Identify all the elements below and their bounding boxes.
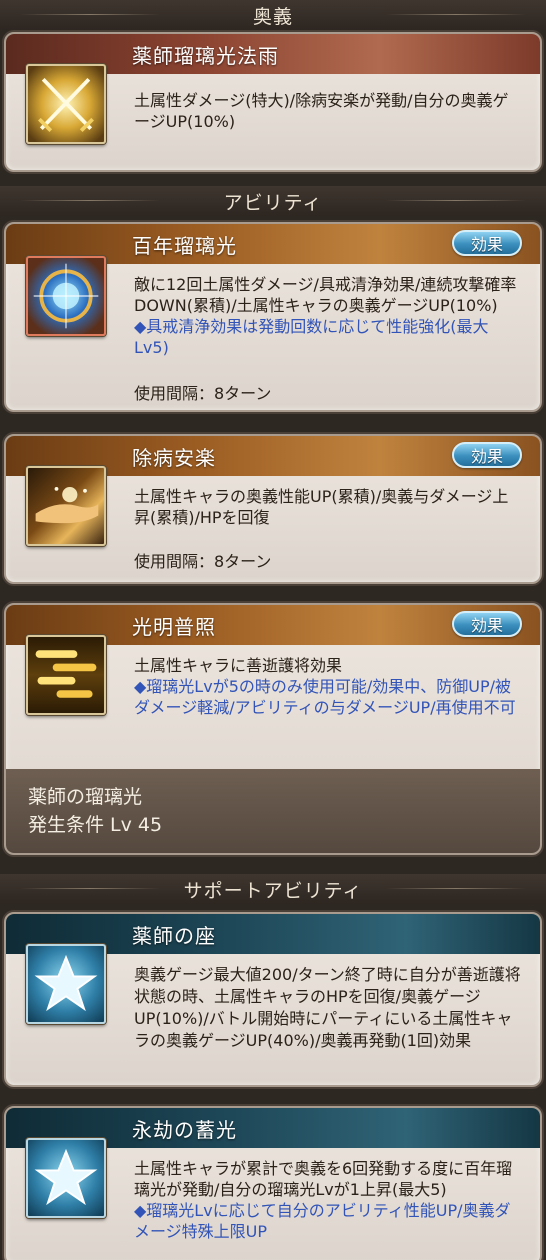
orb-icon — [26, 256, 106, 336]
section-title: サポートアビリティ — [183, 879, 363, 902]
ougi-card[interactable]: 薬師瑠璃光法雨 土属性ダメージ(特大)/除病安楽が発動/自分の奥義ゲージUP(1… — [4, 32, 542, 172]
ability-description: 土属性キャラに善逝護将効果 ◆瑠璃光Lvが5の時のみ使用可能/効果中、防御UP/… — [134, 655, 522, 718]
section-header-ougi: 奥義 — [0, 0, 546, 30]
ability-cooldown: 使用間隔：8ターン — [134, 552, 272, 571]
ability-desc-highlight: ◆瑠璃光Lvが5の時のみ使用可能/効果中、防御UP/被ダメージ軽減/アビリティの… — [134, 677, 516, 717]
section-header-support: サポートアビリティ — [0, 874, 546, 904]
support-desc-text: 土属性キャラが累計で奥義を6回発動する度に百年瑠璃光が発動/自分の瑠璃光Lvが1… — [134, 1159, 513, 1199]
ability-card-3[interactable]: 光明普照 効果 土属性キャラに善逝護将効果 ◆瑠璃光Lvが5の時のみ使用可能/効… — [4, 603, 542, 855]
ougi-name: 薬師瑠璃光法雨 — [132, 43, 279, 68]
ability-card-2[interactable]: 除病安楽 効果 土属性キャラの奥義性能UP(累積)/奥義与ダメージ上昇(累積)/… — [4, 434, 542, 584]
unlock-panel: 薬師の瑠璃光 発生条件 Lv 45 — [6, 769, 540, 853]
clouds-icon — [26, 635, 106, 715]
ability-description: 敵に12回土属性ダメージ/具戒清浄効果/連続攻撃確率DOWN(累積)/土属性キャ… — [134, 274, 522, 358]
effect-button[interactable]: 効果 — [452, 230, 522, 256]
star-icon — [26, 944, 106, 1024]
section-title: 奥義 — [252, 5, 293, 28]
crossed-swords-icon — [26, 64, 106, 144]
ougi-description: 土属性ダメージ(特大)/除病安楽が発動/自分の奥義ゲージUP(10%) — [134, 91, 509, 131]
support-name: 薬師の座 — [132, 923, 216, 948]
ability-desc-highlight: ◆具戒清浄効果は発動回数に応じて性能強化(最大Lv5) — [134, 317, 489, 357]
support-name: 永劫の蓄光 — [132, 1117, 237, 1142]
ability-cooldown: 使用間隔：8ターン — [134, 384, 272, 403]
section-header-ability: アビリティ — [0, 186, 546, 216]
ability-desc-text: 土属性キャラに善逝護将効果 — [134, 656, 343, 675]
unlock-condition: 発生条件 Lv 45 — [28, 814, 163, 836]
section-title: アビリティ — [223, 191, 323, 214]
support-description: 奥義ゲージ最大値200/ターン終了時に自分が善逝護将状態の時、土属性キャラのHP… — [134, 965, 521, 1050]
ability-name: 百年瑠璃光 — [132, 233, 237, 258]
support-card-2[interactable]: 永劫の蓄光 土属性キャラが累計で奥義を6回発動する度に百年瑠璃光が発動/自分の瑠… — [4, 1106, 542, 1260]
support-desc-highlight: ◆瑠璃光Lvに応じて自分のアビリティ性能UP/奥義ダメージ特殊上限UP — [134, 1201, 511, 1241]
effect-button[interactable]: 効果 — [452, 442, 522, 468]
hand-icon — [26, 466, 106, 546]
star-icon — [26, 1138, 106, 1218]
effect-button[interactable]: 効果 — [452, 611, 522, 637]
support-card-1[interactable]: 薬師の座 奥義ゲージ最大値200/ターン終了時に自分が善逝護将状態の時、土属性キ… — [4, 912, 542, 1087]
ability-name: 光明普照 — [132, 614, 216, 639]
ability-desc-text: 敵に12回土属性ダメージ/具戒清浄効果/連続攻撃確率DOWN(累積)/土属性キャ… — [134, 275, 517, 315]
unlock-title: 薬師の瑠璃光 — [28, 786, 143, 808]
support-description: 土属性キャラが累計で奥義を6回発動する度に百年瑠璃光が発動/自分の瑠璃光Lvが1… — [134, 1158, 522, 1242]
ability-name: 除病安楽 — [132, 445, 216, 470]
ability-description: 土属性キャラの奥義性能UP(累積)/奥義与ダメージ上昇(累積)/HPを回復 — [134, 487, 509, 527]
ability-card-1[interactable]: 百年瑠璃光 効果 敵に12回土属性ダメージ/具戒清浄効果/連続攻撃確率DOWN(… — [4, 222, 542, 412]
